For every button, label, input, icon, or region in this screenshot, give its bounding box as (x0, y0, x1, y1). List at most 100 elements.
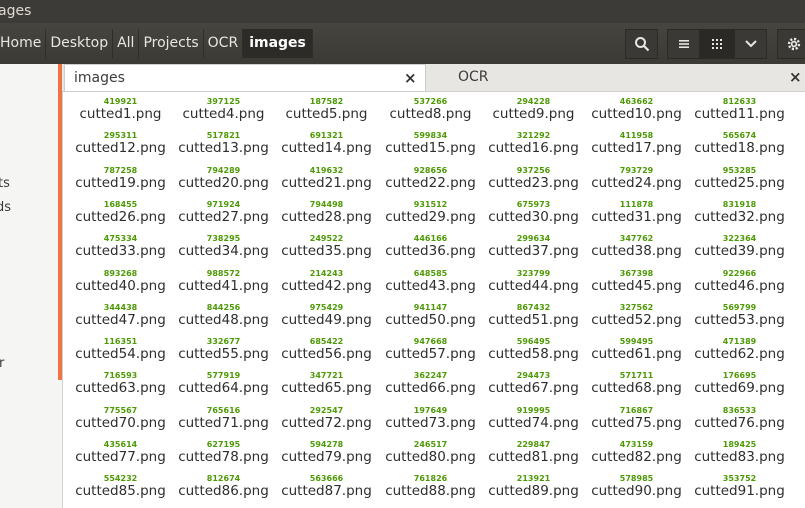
file-item[interactable]: 435614 cutted77.png (69, 440, 172, 465)
file-item[interactable]: 971924 cutted27.png (172, 200, 275, 225)
settings-button[interactable] (777, 29, 805, 59)
file-item[interactable]: 775567 cutted70.png (69, 406, 172, 431)
sidebar-item-label[interactable]: ds (0, 200, 11, 215)
file-item[interactable]: 975429 cutted49.png (275, 303, 378, 328)
file-item[interactable]: 116351 cutted54.png (69, 337, 172, 362)
file-item[interactable]: 716593 cutted63.png (69, 371, 172, 396)
file-item[interactable]: 761826 cutted88.png (379, 474, 482, 499)
file-item[interactable]: 214243 cutted42.png (275, 269, 378, 294)
breadcrumb-projects[interactable]: Projects (139, 29, 204, 58)
close-icon[interactable]: × (789, 68, 802, 86)
file-item[interactable]: 599834 cutted15.png (379, 131, 482, 156)
file-item[interactable]: 627195 cutted78.png (172, 440, 275, 465)
file-item[interactable]: 836533 cutted76.png (688, 406, 791, 431)
file-item[interactable]: 168455 cutted26.png (69, 200, 172, 225)
file-item[interactable]: 931512 cutted29.png (379, 200, 482, 225)
file-item[interactable]: 367398 cutted45.png (585, 269, 688, 294)
file-item[interactable]: 563666 cutted87.png (275, 474, 378, 499)
file-item[interactable]: 812633 cutted11.png (688, 97, 791, 122)
file-item[interactable]: 249522 cutted35.png (275, 234, 378, 259)
file-item[interactable]: 578985 cutted90.png (585, 474, 688, 499)
search-button[interactable] (625, 29, 658, 59)
file-item[interactable]: 793729 cutted24.png (585, 166, 688, 191)
grid-view-button[interactable] (699, 29, 735, 59)
file-item[interactable]: 953285 cutted25.png (688, 166, 791, 191)
file-item[interactable]: 599495 cutted61.png (585, 337, 688, 362)
file-item[interactable]: 565674 cutted18.png (688, 131, 791, 156)
file-item[interactable]: 794289 cutted20.png (172, 166, 275, 191)
file-item[interactable]: 569799 cutted53.png (688, 303, 791, 328)
file-item[interactable]: 347721 cutted65.png (275, 371, 378, 396)
file-item[interactable]: 295311 cutted12.png (69, 131, 172, 156)
file-item[interactable]: 294228 cutted9.png (482, 97, 585, 122)
file-item[interactable]: 323799 cutted44.png (482, 269, 585, 294)
file-item[interactable]: 475334 cutted33.png (69, 234, 172, 259)
file-item[interactable]: 189425 cutted83.png (688, 440, 791, 465)
breadcrumb-home[interactable]: Home (0, 29, 47, 58)
file-item[interactable]: 419921 cutted1.png (69, 97, 172, 122)
file-item[interactable]: 893268 cutted40.png (69, 269, 172, 294)
file-item[interactable]: 919995 cutted74.png (482, 406, 585, 431)
file-item[interactable]: 321292 cutted16.png (482, 131, 585, 156)
file-item[interactable]: 844256 cutted48.png (172, 303, 275, 328)
breadcrumb-all[interactable]: All (113, 29, 140, 58)
file-item[interactable]: 419632 cutted21.png (275, 166, 378, 191)
file-item[interactable]: 596495 cutted58.png (482, 337, 585, 362)
file-item[interactable]: 787258 cutted19.png (69, 166, 172, 191)
file-item[interactable]: 988572 cutted41.png (172, 269, 275, 294)
file-item[interactable]: 187582 cutted5.png (275, 97, 378, 122)
file-item[interactable]: 947668 cutted57.png (379, 337, 482, 362)
breadcrumb-desktop[interactable]: Desktop (46, 29, 114, 58)
file-item[interactable]: 554232 cutted85.png (69, 474, 172, 499)
file-item[interactable]: 537266 cutted8.png (379, 97, 482, 122)
file-item[interactable]: 347762 cutted38.png (585, 234, 688, 259)
file-item[interactable]: 197649 cutted73.png (379, 406, 482, 431)
file-item[interactable]: 577919 cutted64.png (172, 371, 275, 396)
file-item[interactable]: 594278 cutted79.png (275, 440, 378, 465)
file-item[interactable]: 229847 cutted81.png (482, 440, 585, 465)
file-item[interactable]: 362247 cutted66.png (379, 371, 482, 396)
breadcrumb-images[interactable]: images (243, 29, 313, 58)
file-item[interactable]: 213921 cutted89.png (482, 474, 585, 499)
file-item[interactable]: 675973 cutted30.png (482, 200, 585, 225)
view-options-button[interactable] (734, 29, 767, 59)
file-item[interactable]: 246517 cutted80.png (379, 440, 482, 465)
file-item[interactable]: 353752 cutted91.png (688, 474, 791, 499)
file-item[interactable]: 463662 cutted10.png (585, 97, 688, 122)
file-item[interactable]: 937256 cutted23.png (482, 166, 585, 191)
list-view-button[interactable] (667, 29, 700, 59)
tab-images[interactable]: images × (64, 64, 426, 91)
file-item[interactable]: 332677 cutted55.png (172, 337, 275, 362)
file-item[interactable]: 411958 cutted17.png (585, 131, 688, 156)
file-item[interactable]: 322364 cutted39.png (688, 234, 791, 259)
file-item[interactable]: 922966 cutted46.png (688, 269, 791, 294)
file-item[interactable]: 473159 cutted82.png (585, 440, 688, 465)
file-item[interactable]: 446166 cutted36.png (379, 234, 482, 259)
file-item[interactable]: 299634 cutted37.png (482, 234, 585, 259)
file-item[interactable]: 941147 cutted50.png (379, 303, 482, 328)
sidebar-item-label[interactable]: r (0, 356, 4, 371)
tab-ocr[interactable]: OCR × (426, 64, 805, 91)
file-item[interactable]: 685422 cutted56.png (275, 337, 378, 362)
file-item[interactable]: 738295 cutted34.png (172, 234, 275, 259)
file-item[interactable]: 691321 cutted14.png (275, 131, 378, 156)
file-item[interactable]: 292547 cutted72.png (275, 406, 378, 431)
file-item[interactable]: 176695 cutted69.png (688, 371, 791, 396)
file-item[interactable]: 794498 cutted28.png (275, 200, 378, 225)
breadcrumb-ocr[interactable]: OCR (204, 29, 244, 58)
file-item[interactable]: 344438 cutted47.png (69, 303, 172, 328)
file-item[interactable]: 327562 cutted52.png (585, 303, 688, 328)
file-item[interactable]: 831918 cutted32.png (688, 200, 791, 225)
file-item[interactable]: 294473 cutted67.png (482, 371, 585, 396)
close-icon[interactable]: × (404, 69, 417, 87)
file-item[interactable]: 716867 cutted75.png (585, 406, 688, 431)
file-item[interactable]: 571711 cutted68.png (585, 371, 688, 396)
file-item[interactable]: 648585 cutted43.png (379, 269, 482, 294)
file-item[interactable]: 471389 cutted62.png (688, 337, 791, 362)
sidebar-item-label[interactable]: ts (0, 176, 10, 191)
file-item[interactable]: 111878 cutted31.png (585, 200, 688, 225)
file-item[interactable]: 517821 cutted13.png (172, 131, 275, 156)
file-item[interactable]: 397125 cutted4.png (172, 97, 275, 122)
file-item[interactable]: 765616 cutted71.png (172, 406, 275, 431)
file-item[interactable]: 928656 cutted22.png (379, 166, 482, 191)
